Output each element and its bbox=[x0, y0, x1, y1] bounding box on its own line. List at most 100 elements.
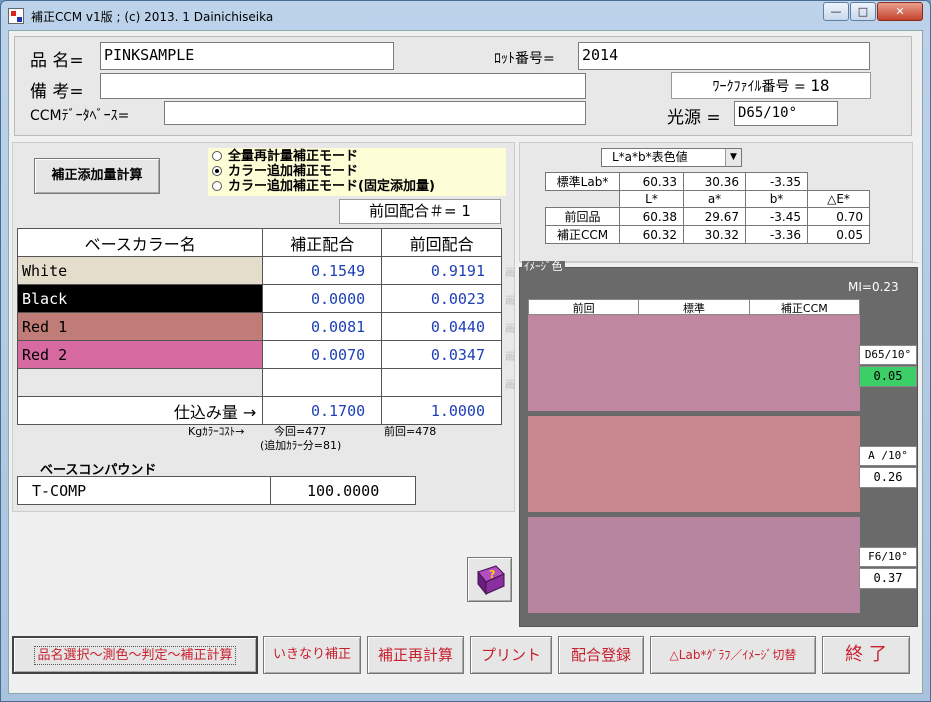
register-formula-button[interactable]: 配合登録 bbox=[558, 636, 644, 674]
mode-label: カラー追加補正モード(固定添加量) bbox=[228, 179, 435, 194]
recalc-button[interactable]: 補正再計算 bbox=[367, 636, 464, 674]
lab-value: 29.67 bbox=[683, 207, 746, 226]
workfile-box: ﾜｰｸﾌｧｲﾙ番号 = 18 bbox=[671, 72, 871, 99]
col-b: b* bbox=[745, 190, 808, 208]
illuminant-label: F6/10° bbox=[859, 547, 917, 567]
chevron-down-icon[interactable]: ▼ bbox=[725, 149, 741, 166]
graph-toggle-button[interactable]: △Lab*ｸﾞﾗﾌ／ｲﾒｰｼﾞ切替 bbox=[650, 636, 816, 674]
std-b: -3.35 bbox=[745, 172, 808, 191]
compound-name[interactable]: T-COMP bbox=[16, 476, 272, 505]
maximize-button[interactable]: □ bbox=[850, 2, 876, 21]
lab-value: -3.36 bbox=[745, 225, 808, 244]
header-previous: 前回配合 bbox=[381, 228, 502, 257]
compound-value[interactable]: 100.0000 bbox=[270, 476, 416, 505]
side-mark: 画 bbox=[505, 380, 515, 391]
lab-value: 0.70 bbox=[807, 207, 870, 226]
mi-value: MI=0.23 bbox=[848, 280, 899, 294]
base-color-name[interactable]: Red 1 bbox=[16, 312, 264, 341]
table-row[interactable]: Red 2 0.0070 0.0347 bbox=[16, 340, 502, 369]
lab-row-label: 補正CCM bbox=[545, 225, 620, 244]
corrected-value[interactable] bbox=[262, 368, 383, 397]
col-ccm: 補正CCM bbox=[780, 302, 828, 315]
header-corrected: 補正配合 bbox=[262, 228, 383, 257]
cost-additional: (追加ｶﾗｰ分=81) bbox=[260, 439, 342, 452]
mode-list: 全量再計量補正モード カラー追加補正モード カラー追加補正モード(固定添加量) bbox=[212, 149, 435, 194]
lab-value: 0.05 bbox=[807, 225, 870, 244]
base-color-name[interactable]: Black bbox=[16, 284, 264, 313]
delta-e-value: 0.26 bbox=[859, 467, 917, 488]
color-swatch bbox=[528, 517, 860, 613]
lab-value: -3.45 bbox=[745, 207, 808, 226]
previous-value[interactable]: 0.0440 bbox=[381, 312, 502, 341]
side-mark: 画 bbox=[505, 296, 515, 307]
light-source-field[interactable]: D65/10° bbox=[734, 101, 838, 126]
lab-row-label: 前回品 bbox=[545, 207, 620, 226]
illuminant-label: A /10° bbox=[859, 446, 917, 466]
corrected-value[interactable]: 0.0070 bbox=[262, 340, 383, 369]
lot-number-field[interactable]: 2014 bbox=[578, 42, 870, 70]
remarks-field[interactable] bbox=[100, 73, 586, 99]
delta-e-value: 0.05 bbox=[859, 366, 917, 387]
std-a: 30.36 bbox=[683, 172, 746, 191]
mode-option-0[interactable]: 全量再計量補正モード bbox=[212, 149, 435, 164]
workfile-label: ﾜｰｸﾌｧｲﾙ番号 = bbox=[712, 79, 806, 95]
image-group-line bbox=[520, 262, 918, 263]
lab-table: 標準Lab* 60.33 30.36 -3.35 L* a* b* △E* 前回… bbox=[545, 172, 870, 244]
ccm-db-field[interactable] bbox=[164, 101, 586, 125]
base-color-name[interactable] bbox=[16, 368, 264, 397]
side-mark: 画 bbox=[505, 352, 515, 363]
total-previous: 1.0000 bbox=[381, 396, 502, 425]
cost-label: Kgｶﾗｰｺｽﾄ→ bbox=[188, 425, 245, 438]
mode-option-1[interactable]: カラー追加補正モード bbox=[212, 164, 435, 179]
delta-e-value: 0.37 bbox=[859, 568, 917, 589]
measure-button-label: 品名選択～測色～判定～補正計算 bbox=[34, 646, 236, 665]
print-button[interactable]: プリント bbox=[470, 636, 552, 674]
measure-button[interactable]: 品名選択～測色～判定～補正計算 bbox=[12, 636, 258, 674]
image-title: ｲﾒｰｼﾞ色 bbox=[522, 260, 565, 273]
previous-value[interactable]: 0.9191 bbox=[381, 256, 502, 285]
color-swatch bbox=[528, 315, 860, 411]
table-row[interactable] bbox=[16, 368, 502, 397]
previous-value[interactable]: 0.0347 bbox=[381, 340, 502, 369]
colorspace-select-value: L*a*b*表色値 bbox=[612, 150, 688, 164]
help-button[interactable]: ? bbox=[467, 557, 512, 602]
total-corrected: 0.1700 bbox=[262, 396, 383, 425]
close-button[interactable]: ✕ bbox=[877, 2, 923, 21]
exit-button[interactable]: 終 了 bbox=[822, 636, 910, 674]
radio-selected-icon[interactable] bbox=[212, 166, 222, 176]
table-row[interactable]: Red 1 0.0081 0.0440 bbox=[16, 312, 502, 341]
colorspace-select[interactable]: L*a*b*表色値 ▼ bbox=[601, 148, 742, 167]
header-base-color: ベースカラー名 bbox=[16, 228, 264, 257]
corrected-value[interactable]: 0.1549 bbox=[262, 256, 383, 285]
side-mark: 画 bbox=[505, 324, 515, 335]
cost-previous: 前回=478 bbox=[384, 425, 437, 438]
product-name-field[interactable]: PINKSAMPLE bbox=[100, 42, 394, 70]
radio-icon[interactable] bbox=[212, 151, 222, 161]
direct-correct-button[interactable]: いきなり補正 bbox=[263, 636, 361, 674]
minimize-button[interactable]: — bbox=[823, 2, 849, 21]
corrected-value[interactable]: 0.0081 bbox=[262, 312, 383, 341]
compound-grid: T-COMP 100.0000 bbox=[16, 476, 416, 505]
svg-text:?: ? bbox=[489, 568, 495, 581]
image-column-headers: 前回 標準 補正CCM bbox=[528, 299, 860, 315]
previous-value[interactable]: 0.0023 bbox=[381, 284, 502, 313]
base-color-name[interactable]: White bbox=[16, 256, 264, 285]
image-color-area: ｲﾒｰｼﾞ色 MI=0.23 前回 標準 補正CCM D65/10° 0.05 A … bbox=[519, 261, 918, 627]
table-row[interactable]: White 0.1549 0.9191 bbox=[16, 256, 502, 285]
side-mark: 画 bbox=[505, 268, 515, 279]
total-label: 仕込み量 → bbox=[16, 396, 264, 425]
light-source-label: 光源 = bbox=[667, 108, 721, 128]
col-std: 標準 bbox=[639, 300, 750, 315]
window-title: 補正CCM v1版 ; (c) 2013. 1 Dainichiseika bbox=[31, 10, 274, 24]
col-prev: 前回 bbox=[529, 300, 640, 315]
table-row[interactable]: Black 0.0000 0.0023 bbox=[16, 284, 502, 313]
mode-option-2[interactable]: カラー追加補正モード(固定添加量) bbox=[212, 179, 435, 194]
title-bar[interactable]: 補正CCM v1版 ; (c) 2013. 1 Dainichiseika — … bbox=[1, 1, 931, 31]
previous-value[interactable] bbox=[381, 368, 502, 397]
mode-label: 全量再計量補正モード bbox=[228, 149, 359, 164]
calc-addition-button[interactable]: 補正添加量計算 bbox=[34, 158, 160, 194]
corrected-value[interactable]: 0.0000 bbox=[262, 284, 383, 313]
formula-grid: ベースカラー名 補正配合 前回配合 White 0.1549 0.9191 Black… bbox=[16, 228, 502, 425]
radio-icon[interactable] bbox=[212, 181, 222, 191]
base-color-name[interactable]: Red 2 bbox=[16, 340, 264, 369]
